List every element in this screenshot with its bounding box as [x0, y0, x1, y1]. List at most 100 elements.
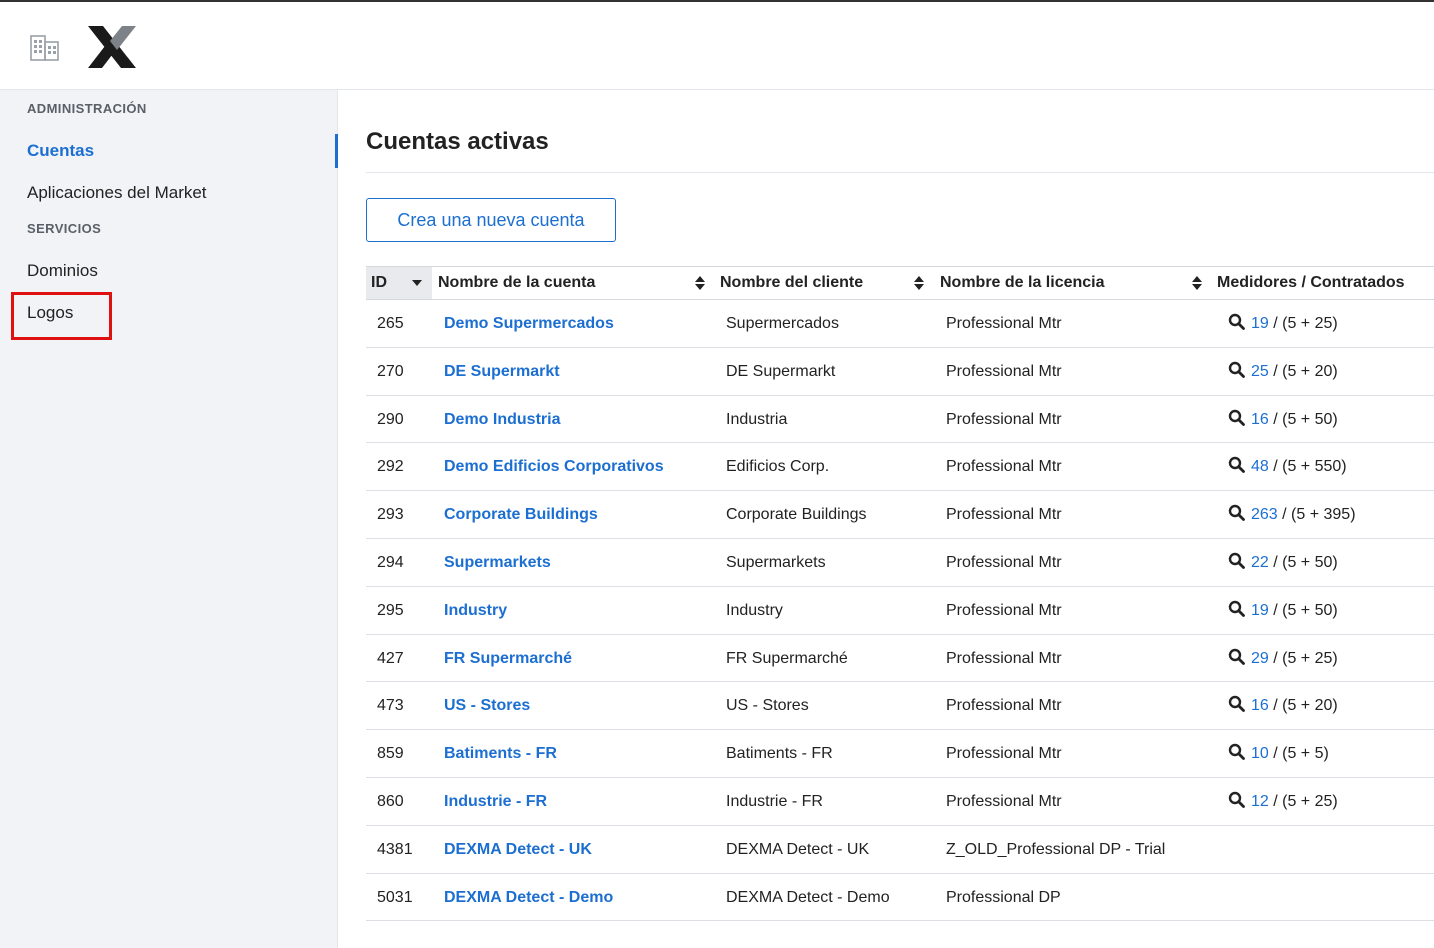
client-name: US - Stores	[726, 697, 809, 715]
license-name: Professional Mtr	[946, 458, 1062, 476]
meters-cell: 10 / (5 + 5)	[1228, 730, 1329, 777]
meters-count-link[interactable]: 10	[1251, 745, 1269, 762]
contracted-value: / (5 + 5)	[1268, 745, 1329, 763]
account-id: 860	[377, 792, 404, 810]
account-id: 290	[377, 410, 404, 428]
table-row: 292 Demo Edificios Corporativos Edificios …	[366, 443, 1434, 492]
client-name: Edificios Corp.	[726, 458, 830, 476]
account-id: 294	[377, 553, 404, 571]
meters-cell: 263 / (5 + 395)	[1228, 491, 1356, 538]
meters-count-link[interactable]: 16	[1251, 411, 1269, 428]
sidebar-section-administracion: ADMINISTRACIÓN	[27, 101, 147, 116]
search-icon[interactable]	[1228, 780, 1245, 808]
table-row: 265 Demo Supermercados Supermercados Profes…	[366, 300, 1434, 348]
search-icon[interactable]	[1228, 684, 1245, 713]
table-row: 290 Demo Industria Industria Professional M…	[366, 396, 1434, 444]
account-name-link[interactable]: Industrie - FR	[444, 778, 547, 825]
account-name-link[interactable]: Supermarkets	[444, 539, 551, 586]
account-name-link[interactable]: FR Supermarché	[444, 635, 572, 682]
account-name-link[interactable]: Batiments - FR	[444, 730, 557, 777]
account-name-link[interactable]: US - Stores	[444, 682, 530, 729]
client-name: Batiments - FR	[726, 745, 833, 763]
sidebar: ADMINISTRACIÓN Cuentas Aplicaciones del …	[0, 90, 338, 948]
sort-desc-icon[interactable]	[412, 279, 422, 287]
table-row: 270 DE Supermarkt DE Supermarkt Professiona…	[366, 348, 1434, 396]
license-name: Professional Mtr	[946, 362, 1062, 380]
table-row: 294 Supermarkets Supermarkets Professional …	[366, 539, 1434, 587]
account-name-link[interactable]: DE Supermarkt	[444, 348, 560, 395]
account-name-link[interactable]: Demo Edificios Corporativos	[444, 443, 664, 490]
account-name-link[interactable]: Demo Supermercados	[444, 300, 614, 347]
search-icon[interactable]	[1228, 350, 1245, 378]
meters-count-link[interactable]: 29	[1251, 650, 1269, 667]
meters-count-link[interactable]: 48	[1251, 458, 1269, 475]
contracted-value: / (5 + 50)	[1268, 410, 1338, 428]
table-row: 293 Corporate Buildings Corporate Building…	[366, 491, 1434, 539]
search-icon[interactable]	[1228, 493, 1245, 522]
meters-count-link[interactable]: 12	[1251, 793, 1269, 810]
building-icon[interactable]	[30, 33, 60, 61]
table-row: 4381 DEXMA Detect - UK DEXMA Detect - UK Z_…	[366, 826, 1434, 874]
search-icon[interactable]	[1228, 398, 1245, 426]
search-icon[interactable]	[1228, 637, 1245, 665]
column-header-account-name[interactable]: Nombre de la cuenta	[438, 267, 595, 299]
search-icon[interactable]	[1228, 541, 1245, 569]
column-header-client-name[interactable]: Nombre del cliente	[720, 267, 863, 299]
column-header-id[interactable]: ID	[371, 267, 387, 299]
main-content: Cuentas activas Crea una nueva cuenta ID…	[338, 90, 1434, 948]
client-name: Supermarkets	[726, 553, 826, 571]
search-icon[interactable]	[1228, 589, 1245, 617]
meters-count-link[interactable]: 22	[1251, 554, 1269, 571]
meters-count-link[interactable]: 25	[1251, 363, 1269, 380]
create-account-button[interactable]: Crea una nueva cuenta	[366, 198, 616, 242]
client-name: FR Supermarché	[726, 649, 848, 667]
sort-icon[interactable]	[914, 276, 924, 290]
account-name-link[interactable]: DEXMA Detect - UK	[444, 826, 592, 873]
client-name: Industry	[726, 601, 783, 619]
contracted-value: / (5 + 50)	[1268, 553, 1338, 571]
accounts-table-body: 265 Demo Supermercados Supermercados Profes…	[366, 300, 1434, 922]
meters-cell: 22 / (5 + 50)	[1228, 539, 1338, 586]
search-icon[interactable]	[1228, 445, 1245, 474]
account-name-link[interactable]: Demo Industria	[444, 396, 560, 443]
license-name: Z_OLD_Professional DP - Trial	[946, 840, 1166, 858]
title-divider	[366, 172, 1434, 173]
meters-cell: 19 / (5 + 50)	[1228, 587, 1338, 634]
sidebar-item-aplicaciones-market[interactable]: Aplicaciones del Market	[27, 183, 207, 203]
contracted-value: / (5 + 395)	[1277, 506, 1356, 524]
meters-count-link[interactable]: 19	[1251, 602, 1269, 619]
account-name-link[interactable]: DEXMA Detect - Demo	[444, 874, 613, 921]
sidebar-item-cuentas[interactable]: Cuentas	[27, 141, 94, 161]
license-name: Professional Mtr	[946, 792, 1062, 810]
search-icon[interactable]	[1228, 732, 1245, 761]
column-header-meters[interactable]: Medidores / Contratados	[1217, 267, 1405, 299]
meters-count-link[interactable]: 19	[1251, 315, 1269, 332]
contracted-value: / (5 + 25)	[1268, 315, 1338, 332]
account-name-link[interactable]: Industry	[444, 587, 507, 634]
meters-count-link[interactable]: 16	[1251, 697, 1269, 714]
meters-count-link[interactable]: 263	[1251, 506, 1278, 523]
account-id: 4381	[377, 840, 413, 858]
table-header: ID Nombre de la cuenta Nombre del client…	[366, 266, 1434, 300]
meters-cell: 25 / (5 + 20)	[1228, 348, 1338, 395]
column-header-license-name[interactable]: Nombre de la licencia	[940, 267, 1105, 299]
sidebar-section-servicios: SERVICIOS	[27, 221, 102, 236]
x-logo[interactable]	[86, 24, 138, 70]
table-row: 473 US - Stores US - Stores Professional Mt…	[366, 682, 1434, 731]
sort-icon[interactable]	[1192, 276, 1202, 290]
table-row: 860 Industrie - FR Industrie - FR Professio…	[366, 778, 1434, 826]
search-icon[interactable]	[1228, 302, 1245, 330]
app-header	[0, 2, 1434, 90]
meters-cell: 29 / (5 + 25)	[1228, 635, 1338, 682]
license-name: Professional Mtr	[946, 553, 1062, 571]
sidebar-item-logos[interactable]: Logos	[27, 303, 73, 323]
account-id: 427	[377, 649, 404, 667]
license-name: Professional Mtr	[946, 697, 1062, 715]
license-name: Professional Mtr	[946, 649, 1062, 667]
contracted-value: / (5 + 20)	[1268, 362, 1338, 380]
contracted-value: / (5 + 25)	[1268, 649, 1338, 667]
sort-icon[interactable]	[695, 276, 705, 290]
account-name-link[interactable]: Corporate Buildings	[444, 491, 598, 538]
license-name: Professional Mtr	[946, 745, 1062, 763]
sidebar-item-dominios[interactable]: Dominios	[27, 261, 98, 281]
